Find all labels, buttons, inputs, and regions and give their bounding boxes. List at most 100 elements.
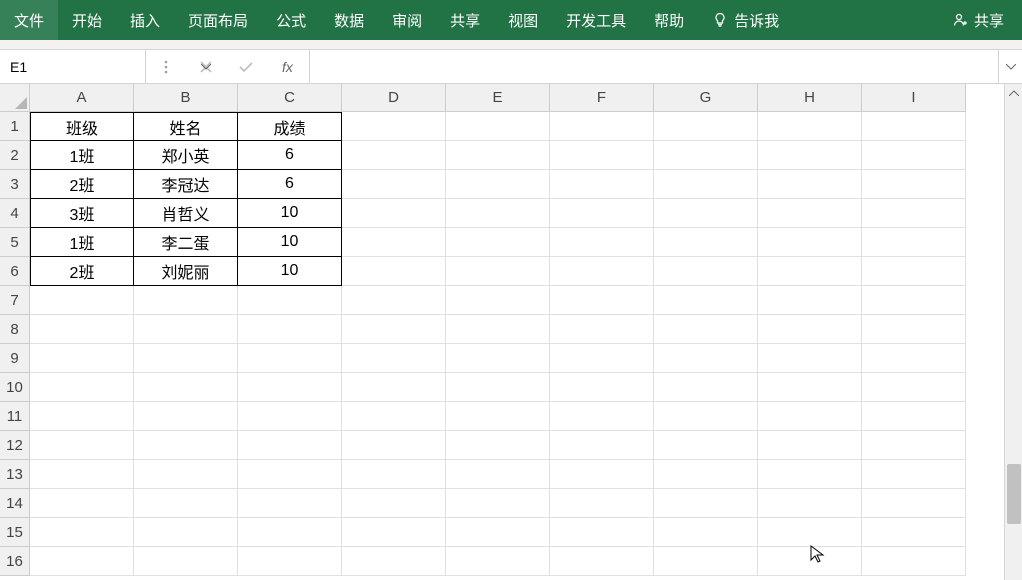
cell-C11[interactable] — [238, 402, 342, 431]
formula-bar-expand[interactable] — [998, 50, 1022, 83]
column-header-F[interactable]: F — [550, 84, 654, 112]
cell-G15[interactable] — [654, 518, 758, 547]
cell-E13[interactable] — [446, 460, 550, 489]
cell-B8[interactable] — [134, 315, 238, 344]
row-header-14[interactable]: 14 — [0, 489, 30, 518]
cell-E2[interactable] — [446, 141, 550, 170]
cell-D1[interactable] — [342, 112, 446, 141]
cell-B16[interactable] — [134, 547, 238, 576]
cell-A1[interactable]: 班级 — [30, 112, 134, 141]
row-header-9[interactable]: 9 — [0, 344, 30, 373]
cell-G2[interactable] — [654, 141, 758, 170]
cell-A2[interactable]: 1班 — [30, 141, 134, 170]
cell-B15[interactable] — [134, 518, 238, 547]
cell-I10[interactable] — [862, 373, 966, 402]
cell-I7[interactable] — [862, 286, 966, 315]
cell-E7[interactable] — [446, 286, 550, 315]
cell-A11[interactable] — [30, 402, 134, 431]
cell-A14[interactable] — [30, 489, 134, 518]
cell-I2[interactable] — [862, 141, 966, 170]
row-header-15[interactable]: 15 — [0, 518, 30, 547]
cell-G11[interactable] — [654, 402, 758, 431]
cell-D2[interactable] — [342, 141, 446, 170]
cell-G5[interactable] — [654, 228, 758, 257]
ribbon-tab-file[interactable]: 文件 — [0, 0, 58, 40]
row-header-10[interactable]: 10 — [0, 373, 30, 402]
cell-I1[interactable] — [862, 112, 966, 141]
cell-E12[interactable] — [446, 431, 550, 460]
ribbon-tab-insert[interactable]: 插入 — [116, 0, 174, 40]
scroll-up-icon[interactable] — [1005, 84, 1022, 102]
cell-E8[interactable] — [446, 315, 550, 344]
cell-D6[interactable] — [342, 257, 446, 286]
cell-B14[interactable] — [134, 489, 238, 518]
cell-H8[interactable] — [758, 315, 862, 344]
select-all-corner[interactable] — [0, 84, 30, 112]
scrollbar-thumb[interactable] — [1007, 464, 1021, 524]
cell-G6[interactable] — [654, 257, 758, 286]
cell-B11[interactable] — [134, 402, 238, 431]
ribbon-tab-share-tab[interactable]: 共享 — [436, 0, 494, 40]
cell-B6[interactable]: 刘妮丽 — [134, 257, 238, 286]
cell-E5[interactable] — [446, 228, 550, 257]
cell-G7[interactable] — [654, 286, 758, 315]
cell-I15[interactable] — [862, 518, 966, 547]
cell-G13[interactable] — [654, 460, 758, 489]
cell-D8[interactable] — [342, 315, 446, 344]
cell-B5[interactable]: 李二蛋 — [134, 228, 238, 257]
cell-I16[interactable] — [862, 547, 966, 576]
cell-D9[interactable] — [342, 344, 446, 373]
cell-A13[interactable] — [30, 460, 134, 489]
cell-D16[interactable] — [342, 547, 446, 576]
column-header-B[interactable]: B — [134, 84, 238, 112]
cell-C9[interactable] — [238, 344, 342, 373]
cell-A12[interactable] — [30, 431, 134, 460]
row-header-16[interactable]: 16 — [0, 547, 30, 576]
cell-C8[interactable] — [238, 315, 342, 344]
ribbon-tab-pagelayout[interactable]: 页面布局 — [174, 0, 262, 40]
row-header-5[interactable]: 5 — [0, 228, 30, 257]
cell-H12[interactable] — [758, 431, 862, 460]
row-header-12[interactable]: 12 — [0, 431, 30, 460]
cell-B3[interactable]: 李冠达 — [134, 170, 238, 199]
column-header-I[interactable]: I — [862, 84, 966, 112]
ribbon-tab-help[interactable]: 帮助 — [640, 0, 698, 40]
tellme-button[interactable]: 告诉我 — [698, 0, 793, 40]
cell-E3[interactable] — [446, 170, 550, 199]
row-header-8[interactable]: 8 — [0, 315, 30, 344]
cell-I8[interactable] — [862, 315, 966, 344]
cell-B10[interactable] — [134, 373, 238, 402]
column-header-E[interactable]: E — [446, 84, 550, 112]
cell-H9[interactable] — [758, 344, 862, 373]
row-header-4[interactable]: 4 — [0, 199, 30, 228]
namebox-dropdown[interactable] — [201, 50, 211, 83]
cell-I5[interactable] — [862, 228, 966, 257]
cell-A10[interactable] — [30, 373, 134, 402]
cell-H14[interactable] — [758, 489, 862, 518]
cell-H5[interactable] — [758, 228, 862, 257]
cell-C3[interactable]: 6 — [238, 170, 342, 199]
cell-B1[interactable]: 姓名 — [134, 112, 238, 141]
cell-D11[interactable] — [342, 402, 446, 431]
cell-G9[interactable] — [654, 344, 758, 373]
cell-E14[interactable] — [446, 489, 550, 518]
cell-H7[interactable] — [758, 286, 862, 315]
row-header-2[interactable]: 2 — [0, 141, 30, 170]
cell-E15[interactable] — [446, 518, 550, 547]
cell-B12[interactable] — [134, 431, 238, 460]
cell-C14[interactable] — [238, 489, 342, 518]
cell-C13[interactable] — [238, 460, 342, 489]
cell-I14[interactable] — [862, 489, 966, 518]
cell-G1[interactable] — [654, 112, 758, 141]
cell-C5[interactable]: 10 — [238, 228, 342, 257]
cell-I11[interactable] — [862, 402, 966, 431]
cell-E1[interactable] — [446, 112, 550, 141]
row-header-13[interactable]: 13 — [0, 460, 30, 489]
cell-H1[interactable] — [758, 112, 862, 141]
cell-I3[interactable] — [862, 170, 966, 199]
cell-F12[interactable] — [550, 431, 654, 460]
formula-input[interactable] — [310, 50, 998, 83]
cell-G3[interactable] — [654, 170, 758, 199]
cell-E10[interactable] — [446, 373, 550, 402]
cell-G14[interactable] — [654, 489, 758, 518]
